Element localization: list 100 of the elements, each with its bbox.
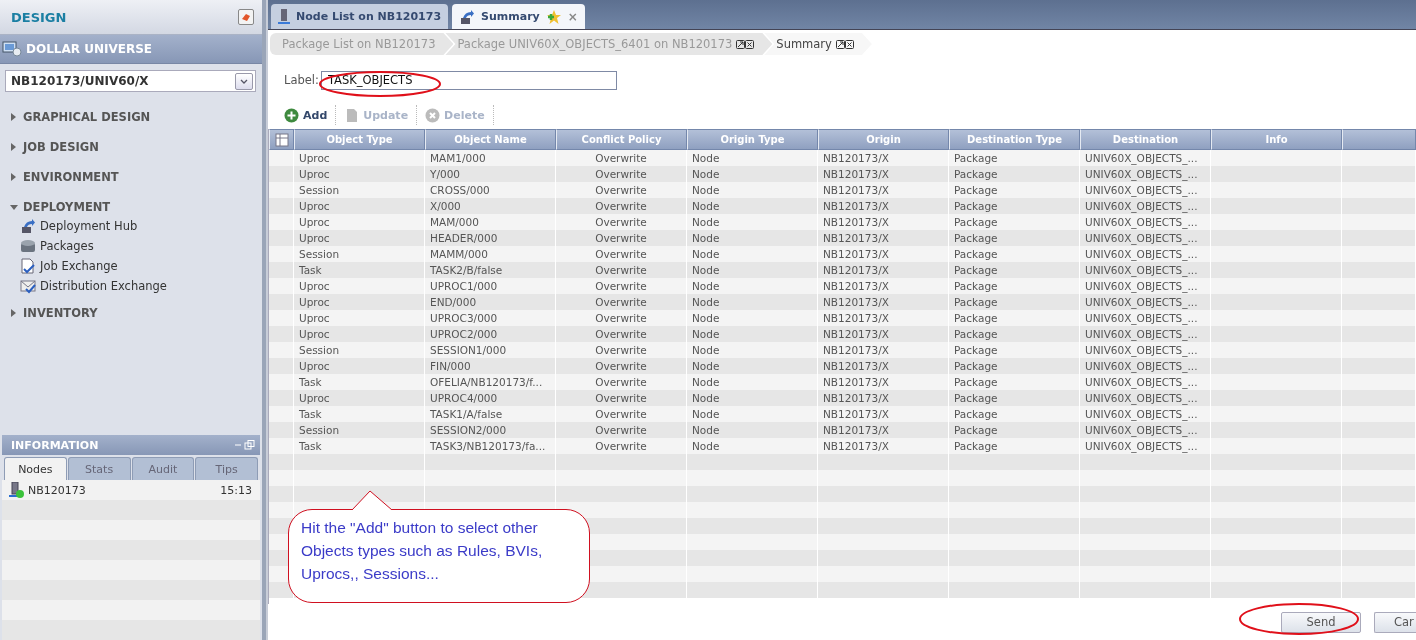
arrow-icon (20, 218, 36, 234)
close-icon[interactable]: × (567, 9, 578, 24)
table-row[interactable]: Uproc UPROC3/000 Overwrite Node NB120173/X Package UNIV60X_OBJECTS_... (269, 310, 1416, 326)
caret-right-icon (10, 173, 18, 181)
panel-tab[interactable]: Nodes (4, 457, 67, 480)
nav-item[interactable]: Deployment Hub (20, 216, 262, 236)
table-cell: UNIV60X_OBJECTS_... (1085, 200, 1198, 212)
table-cell: Package (954, 168, 998, 180)
caret-down-icon (10, 203, 18, 211)
table-cell: Package (954, 376, 998, 388)
field-label: Label: (284, 73, 319, 87)
table-cell: Node (692, 424, 720, 436)
table-cell: NB120173/X (823, 440, 889, 452)
section-header[interactable]: GRAPHICAL DESIGN (10, 102, 262, 132)
table-cell: Package (954, 344, 998, 356)
tab[interactable]: Node List on NB120173 (271, 4, 449, 29)
table-cell: Package (954, 328, 998, 340)
table-cell: Node (692, 216, 720, 228)
star-icon (545, 8, 562, 25)
table-cell: Package (954, 392, 998, 404)
column-chooser-icon[interactable] (269, 129, 294, 150)
table-row[interactable]: Task OFELIA/NB120173/f... Overwrite Node NB120173/X Package UNIV60X_OBJECTS_... (269, 374, 1416, 390)
table-row[interactable]: Session SESSION1/000 Overwrite Node NB120173/X Package UNIV60X_OBJECTS_... (269, 342, 1416, 358)
action-button[interactable]: Car (1374, 611, 1416, 633)
table-cell: Uproc (299, 360, 330, 372)
table-row[interactable]: Uproc Y/000 Overwrite Node NB120173/X Package UNIV60X_OBJECTS_... (269, 166, 1416, 182)
table-cell: Overwrite (595, 168, 647, 180)
table-row[interactable]: Task TASK3/NB120173/fa... Overwrite Node NB120173/X Package UNIV60X_OBJECTS_... (269, 438, 1416, 454)
table-cell: MAM/000 (430, 216, 479, 228)
table-cell: Package (954, 216, 998, 228)
table-row[interactable]: Uproc UPROC4/000 Overwrite Node NB120173/X Package UNIV60X_OBJECTS_... (269, 390, 1416, 406)
add-icon (284, 107, 299, 123)
table-row[interactable]: Session CROSS/000 Overwrite Node NB120173/X Package UNIV60X_OBJECTS_... (269, 182, 1416, 198)
table-cell: NB120173/X (823, 408, 889, 420)
section-header[interactable]: JOB DESIGN (10, 132, 262, 162)
toolbar-button[interactable]: Add (284, 105, 337, 125)
nav-item[interactable]: Packages (20, 236, 262, 256)
breadcrumb[interactable]: Summary (764, 33, 872, 55)
table-cell: NB120173/X (823, 312, 889, 324)
section-header[interactable]: INVENTORY (10, 298, 262, 328)
table-cell: Package (954, 200, 998, 212)
table-cell: TASK3/NB120173/fa... (430, 440, 546, 452)
table-cell: Session (299, 184, 340, 196)
nav-item[interactable]: Distribution Exchange (20, 276, 262, 296)
table-cell: Node (692, 184, 720, 196)
table-cell: Overwrite (595, 280, 647, 292)
document-icon (344, 107, 360, 123)
table-row[interactable]: Uproc UPROC2/000 Overwrite Node NB120173/X Package UNIV60X_OBJECTS_... (269, 326, 1416, 342)
window-controls-icon[interactable] (234, 440, 256, 450)
table-cell: Node (692, 200, 720, 212)
table-cell: UPROC3/000 (430, 312, 498, 324)
tab[interactable]: Summary × (452, 4, 585, 29)
action-button[interactable]: Send (1281, 611, 1361, 633)
table-cell: UNIV60X_OBJECTS_... (1085, 424, 1198, 436)
table-cell: Node (692, 440, 720, 452)
table-cell: Package (954, 248, 998, 260)
table-cell: UNIV60X_OBJECTS_... (1085, 216, 1198, 228)
universe-header: DOLLAR UNIVERSE (26, 42, 152, 56)
box-icon (20, 238, 36, 254)
node-select[interactable]: NB120173/UNIV60/X (5, 70, 256, 92)
table-cell: Node (692, 296, 720, 308)
table-cell: MAMM/000 (430, 248, 488, 260)
table-row[interactable]: Session SESSION2/000 Overwrite Node NB120173/X Package UNIV60X_OBJECTS_... (269, 422, 1416, 438)
section-header[interactable]: ENVIRONMENT (10, 162, 262, 192)
table-cell: Overwrite (595, 248, 647, 260)
popout-close-icon[interactable] (835, 39, 854, 49)
table-row[interactable]: Uproc MAM1/000 Overwrite Node NB120173/X Package UNIV60X_OBJECTS_... (269, 150, 1416, 166)
popout-close-icon[interactable] (736, 39, 755, 49)
table-row[interactable]: Uproc MAM/000 Overwrite Node NB120173/X Package UNIV60X_OBJECTS_... (269, 214, 1416, 230)
eraser-icon[interactable] (238, 9, 254, 25)
table-row[interactable]: Task TASK1/A/false Overwrite Node NB120173/X Package UNIV60X_OBJECTS_... (269, 406, 1416, 422)
table-cell: Overwrite (595, 312, 647, 324)
table-cell: NB120173/X (823, 152, 889, 164)
table-cell: HEADER/000 (430, 232, 498, 244)
caret-right-icon (10, 143, 18, 151)
table-cell: UNIV60X_OBJECTS_... (1085, 232, 1198, 244)
table-row[interactable]: Uproc UPROC1/000 Overwrite Node NB120173/X Package UNIV60X_OBJECTS_... (269, 278, 1416, 294)
table-cell: UNIV60X_OBJECTS_... (1085, 152, 1198, 164)
table-row[interactable]: Uproc FIN/000 Overwrite Node NB120173/X Package UNIV60X_OBJECTS_... (269, 358, 1416, 374)
table-cell: Task (299, 440, 322, 452)
table-row[interactable]: Uproc X/000 Overwrite Node NB120173/X Package UNIV60X_OBJECTS_... (269, 198, 1416, 214)
table-cell: UNIV60X_OBJECTS_... (1085, 440, 1198, 452)
table-row[interactable]: Task TASK2/B/false Overwrite Node NB120173/X Package UNIV60X_OBJECTS_... (269, 262, 1416, 278)
table-cell: Node (692, 312, 720, 324)
table-row[interactable]: Uproc HEADER/000 Overwrite Node NB120173/X Package UNIV60X_OBJECTS_... (269, 230, 1416, 246)
table-cell: SESSION1/000 (430, 344, 507, 356)
table-cell: Node (692, 248, 720, 260)
table-cell: Overwrite (595, 184, 647, 196)
table-cell: Package (954, 152, 998, 164)
label-field[interactable]: TASK_OBJECTS (320, 70, 617, 90)
table-cell: Overwrite (595, 200, 647, 212)
table-cell: Node (692, 264, 720, 276)
nav-item[interactable]: Job Exchange (20, 256, 262, 276)
table-cell: Overwrite (595, 264, 647, 276)
table-cell: NB120173/X (823, 248, 889, 260)
table-row[interactable]: Uproc END/000 Overwrite Node NB120173/X Package UNIV60X_OBJECTS_... (269, 294, 1416, 310)
table-cell: Session (299, 248, 340, 260)
table-row[interactable]: Session MAMM/000 Overwrite Node NB120173/X Package UNIV60X_OBJECTS_... (269, 246, 1416, 262)
table-cell: MAM1/000 (430, 152, 486, 164)
table-cell: Node (692, 168, 720, 180)
